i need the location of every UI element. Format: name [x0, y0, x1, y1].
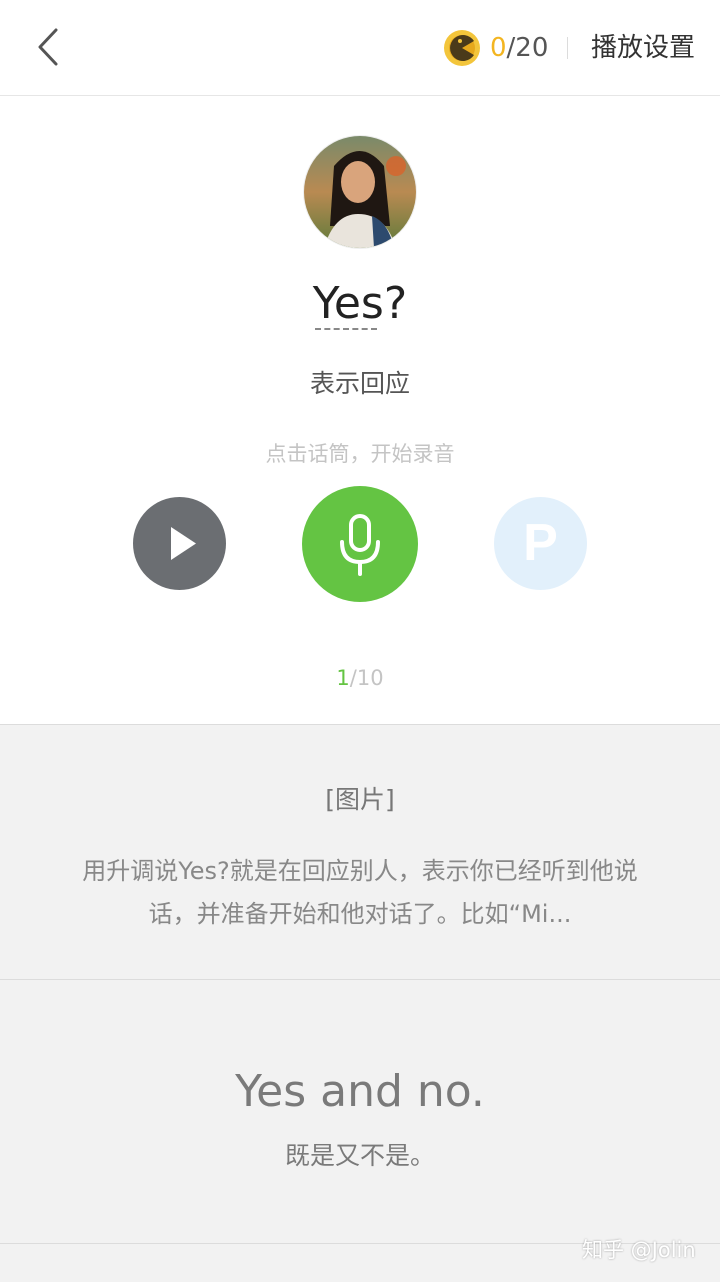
record-button[interactable]	[302, 486, 418, 602]
record-hint: 点击话筒，开始录音	[265, 442, 455, 466]
coin-icon	[444, 30, 480, 66]
watermark: 知乎 @Jolin	[582, 1238, 696, 1262]
stress-underline	[314, 328, 378, 330]
progress-indicator: 1/10	[0, 663, 720, 693]
score-counter: 0/20	[490, 30, 548, 66]
score-total: /20	[506, 33, 549, 63]
play-button[interactable]	[133, 497, 226, 590]
example-sentence: Yes and no.	[235, 1066, 485, 1117]
progress-current: 1	[336, 666, 350, 690]
explanation-section: [图片] 用升调说Yes?就是在回应别人，表示你已经听到他说话，并准备开始和他对…	[0, 724, 720, 1282]
word-meaning: 表示回应	[309, 369, 410, 398]
back-button[interactable]	[30, 22, 70, 72]
score-current: 0	[490, 33, 507, 63]
chevron-left-icon	[38, 28, 58, 66]
speaker-avatar	[303, 135, 417, 249]
top-bar: 0/20 播放设置	[0, 0, 720, 96]
header-divider	[567, 37, 568, 59]
target-word-text: Yes?	[312, 278, 408, 329]
example-translation: 既是又不是。	[284, 1141, 435, 1170]
image-placeholder[interactable]: [图片]	[0, 782, 720, 818]
play-icon	[171, 527, 196, 560]
microphone-icon	[340, 514, 380, 576]
progress-total: /10	[349, 666, 384, 690]
explanation-text[interactable]: 用升调说Yes?就是在回应别人，表示你已经听到他说话，并准备开始和他对话了。比如…	[76, 850, 644, 936]
p-letter: P	[523, 514, 558, 572]
playback-settings-button[interactable]: 播放设置	[591, 28, 695, 68]
section-divider	[0, 979, 720, 980]
compare-playback-button[interactable]: P	[494, 497, 587, 590]
target-word: Yes?	[0, 272, 720, 336]
